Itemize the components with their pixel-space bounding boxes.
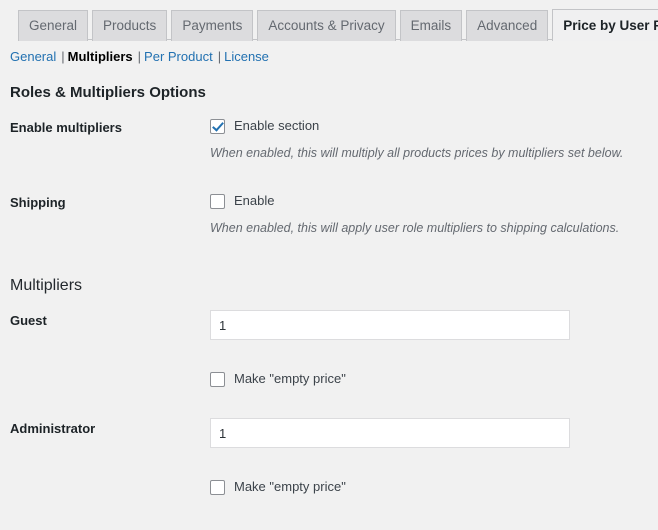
shipping-enable-checkbox[interactable] (210, 193, 225, 209)
shipping-enable-checkbox-label: Enable (234, 192, 275, 208)
subnav: General | Multipliers | Per Product | License (0, 40, 658, 65)
field-control-administrator-empty-price: Make "empty price" (210, 463, 658, 511)
enable-multipliers-description: When enabled, this will multiply all pro… (210, 146, 624, 160)
table-row-guest: Guest (0, 295, 658, 355)
guest-multiplier-input[interactable] (210, 310, 570, 341)
subnav-item-multipliers[interactable]: Multipliers (68, 49, 133, 64)
field-label-guest: Guest (10, 313, 47, 329)
tab-price-by-user-role[interactable]: Price by User Role (552, 9, 658, 41)
subnav-item-license[interactable]: License (224, 49, 269, 64)
tab-payments[interactable]: Payments (171, 10, 254, 41)
guest-empty-price-checkbox-row[interactable]: Make "empty price" (210, 370, 648, 388)
multipliers-form-table: Guest Make "empty price" Administrator (0, 295, 658, 511)
field-label-administrator: Administrator (10, 421, 96, 437)
subnav-separator: | (137, 49, 142, 64)
multipliers-section-title: Multipliers (10, 277, 83, 295)
enable-section-checkbox-row[interactable]: Enable section (210, 117, 648, 135)
field-label-enable-multipliers: Enable multipliers (10, 120, 122, 135)
enable-section-checkbox-label: Enable section (234, 117, 320, 133)
field-label-administrator-empty-price-spacer (0, 463, 210, 511)
guest-empty-price-label: Make "empty price" (234, 370, 346, 386)
shipping-description: When enabled, this will apply user role … (210, 221, 620, 236)
administrator-multiplier-input[interactable] (210, 418, 570, 449)
field-label-guest-empty-price-spacer (0, 355, 210, 403)
field-label-shipping: Shipping (10, 195, 66, 211)
tab-general[interactable]: General (18, 10, 89, 41)
subnav-item-general[interactable]: General (10, 49, 56, 64)
field-control-shipping: Enable When enabled, this will apply use… (210, 177, 658, 252)
guest-empty-price-checkbox[interactable] (210, 371, 225, 387)
settings-tab-bar: General Products Payments Accounts & Privac… (0, 0, 658, 41)
subnav-separator: | (61, 49, 65, 64)
tab-accounts-and-privacy[interactable]: Accounts & Privacy (257, 10, 396, 41)
administrator-empty-price-label: Make "empty price" (234, 478, 346, 494)
table-row-shipping: Shipping Enable When enabled, this will … (0, 177, 658, 252)
tab-emails[interactable]: Emails (399, 10, 463, 41)
administrator-empty-price-checkbox-row[interactable]: Make "empty price" (210, 478, 648, 496)
table-row-administrator-empty-price: Make "empty price" (0, 463, 658, 511)
subnav-item-per-product[interactable]: Per Product (144, 49, 213, 64)
shipping-enable-checkbox-row[interactable]: Enable (210, 192, 648, 210)
table-row-administrator: Administrator (0, 403, 658, 463)
field-control-enable-multipliers: Enable section When enabled, this will m… (210, 102, 658, 177)
roles-options-form-table: Enable multipliers Enable section When e… (0, 102, 658, 252)
field-control-administrator (210, 403, 658, 463)
enable-section-checkbox[interactable] (210, 118, 225, 134)
page-title: Roles & Multipliers Options (10, 84, 206, 101)
tab-products[interactable]: Products (92, 10, 168, 41)
tab-advanced[interactable]: Advanced (466, 10, 549, 41)
field-control-guest (210, 295, 658, 355)
administrator-empty-price-checkbox[interactable] (210, 479, 225, 495)
field-control-guest-empty-price: Make "empty price" (210, 355, 658, 403)
subnav-separator: | (217, 49, 222, 64)
table-row-enable-multipliers: Enable multipliers Enable section When e… (0, 102, 658, 177)
table-row-guest-empty-price: Make "empty price" (0, 355, 658, 403)
